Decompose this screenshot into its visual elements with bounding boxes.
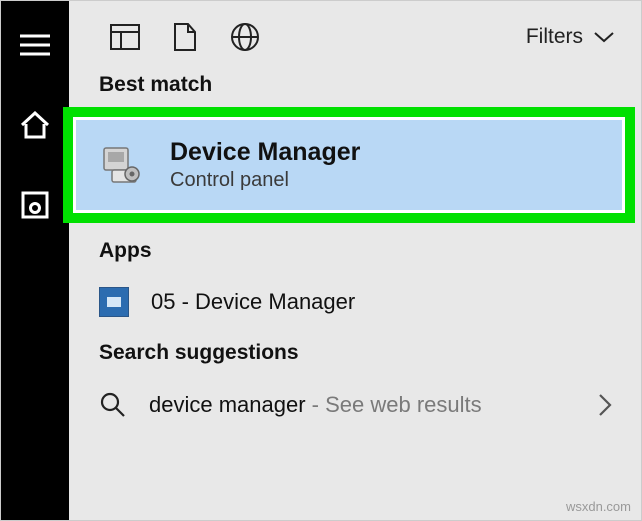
hamburger-icon[interactable]: [17, 27, 53, 63]
photo-icon[interactable]: [17, 187, 53, 223]
app-result[interactable]: 05 - Device Manager: [69, 273, 641, 331]
globe-icon[interactable]: [215, 22, 275, 52]
chevron-down-icon: [593, 31, 615, 43]
search-icon: [99, 391, 127, 419]
home-icon[interactable]: [17, 107, 53, 143]
filters-dropdown[interactable]: Filters: [526, 25, 623, 49]
app-icon: [99, 287, 129, 317]
best-match-subtitle: Control panel: [170, 169, 360, 192]
app-title: 05 - Device Manager: [151, 289, 355, 315]
document-icon[interactable]: [155, 22, 215, 52]
main-area: Filters Best match: [69, 1, 641, 520]
watermark: wsxdn.com: [566, 499, 631, 514]
best-match-title: Device Manager: [170, 138, 360, 167]
sidebar: [1, 1, 69, 520]
suggestion-hint: - See web results: [306, 392, 482, 417]
search-panel: Filters Best match: [0, 0, 642, 521]
best-match-header: Best match: [69, 73, 641, 107]
suggestion-query: device manager: [149, 392, 306, 417]
highlight-box: Device Manager Control panel: [63, 107, 635, 223]
device-manager-icon: [100, 142, 146, 188]
apps-header: Apps: [69, 223, 641, 273]
best-match-result[interactable]: Device Manager Control panel: [73, 117, 625, 213]
panel-icon[interactable]: [95, 24, 155, 50]
chevron-right-icon: [597, 392, 641, 418]
suggestion-result[interactable]: device manager - See web results: [69, 375, 641, 435]
best-match-text: Device Manager Control panel: [170, 138, 360, 192]
toolbar: Filters: [69, 1, 641, 73]
suggestions-header: Search suggestions: [69, 331, 641, 375]
filters-label: Filters: [526, 25, 583, 49]
suggestion-text: device manager - See web results: [149, 392, 482, 418]
